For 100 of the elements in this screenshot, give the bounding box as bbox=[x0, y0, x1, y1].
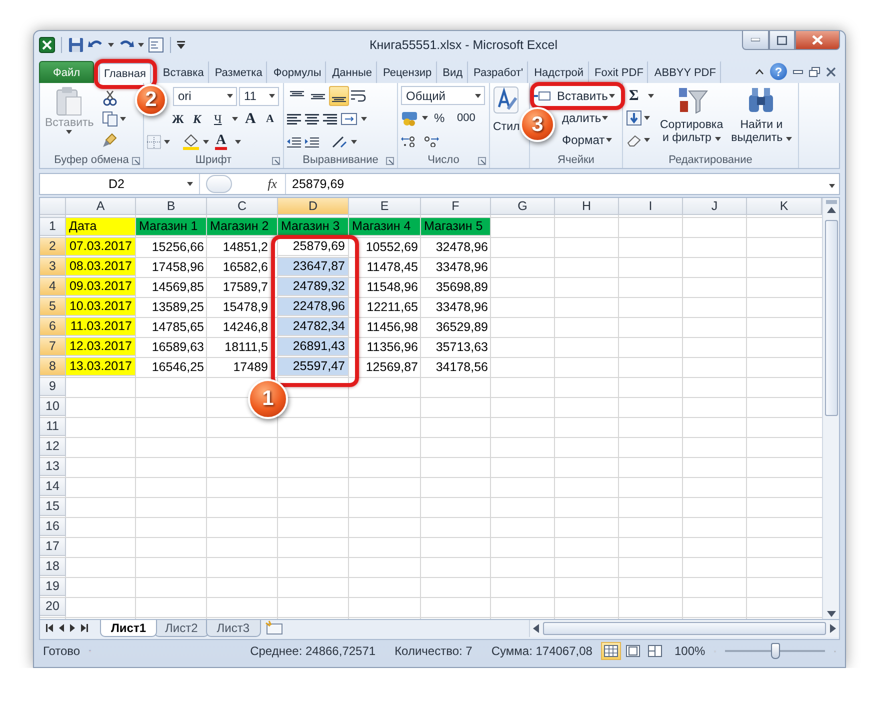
column-header[interactable]: F bbox=[421, 198, 491, 215]
row-header[interactable]: 16 bbox=[40, 518, 66, 536]
scissors-icon[interactable] bbox=[102, 90, 118, 106]
grid-icon[interactable] bbox=[604, 645, 618, 657]
customize-icon[interactable] bbox=[177, 41, 185, 49]
shrink-font-button[interactable]: A bbox=[263, 109, 283, 129]
close-icon[interactable] bbox=[826, 66, 836, 76]
column-header[interactable]: C bbox=[207, 198, 278, 215]
text-orientation-icon[interactable] bbox=[331, 135, 347, 149]
brush-icon[interactable] bbox=[102, 132, 118, 148]
insert-cells-button[interactable]: Вставить bbox=[554, 86, 618, 106]
caret-icon[interactable] bbox=[602, 116, 608, 120]
row-header[interactable]: 2 bbox=[40, 238, 66, 256]
underline-button[interactable]: Ч bbox=[211, 109, 231, 129]
sort-filter-button[interactable]: Сортировка и фильтр bbox=[658, 86, 726, 152]
slider-thumb[interactable] bbox=[771, 643, 780, 659]
copy-icon[interactable] bbox=[102, 111, 118, 127]
dialog-launcher-icon[interactable] bbox=[272, 157, 280, 165]
name-box[interactable]: D2 bbox=[40, 174, 200, 194]
merge-cells-icon[interactable] bbox=[341, 113, 357, 125]
column-header[interactable]: A bbox=[66, 198, 136, 215]
row-header[interactable]: 12 bbox=[40, 438, 66, 456]
binoculars-icon[interactable] bbox=[747, 86, 776, 114]
maximize-button[interactable] bbox=[769, 31, 795, 50]
caret-icon[interactable] bbox=[227, 94, 233, 98]
column-header[interactable]: B bbox=[136, 198, 207, 215]
eraser-icon[interactable] bbox=[626, 133, 642, 147]
row-header[interactable]: 6 bbox=[40, 318, 66, 336]
row-header[interactable]: 5 bbox=[40, 298, 66, 316]
vertical-scrollbar[interactable] bbox=[822, 198, 839, 619]
number-format-field[interactable]: Общий bbox=[401, 86, 485, 105]
thousands-button[interactable]: 000 bbox=[454, 108, 478, 128]
column-header[interactable]: G bbox=[491, 198, 555, 215]
horizontal-scrollbar[interactable] bbox=[529, 620, 839, 637]
styles-icon[interactable] bbox=[493, 86, 519, 114]
insert-cells-icon[interactable] bbox=[533, 89, 551, 103]
caret-icon[interactable] bbox=[108, 43, 114, 47]
previous-sheet-icon[interactable] bbox=[59, 624, 64, 632]
caret-icon[interactable] bbox=[232, 117, 238, 121]
sheet-tab[interactable]: Лист3 bbox=[206, 620, 261, 637]
italic-button[interactable]: К bbox=[190, 109, 210, 129]
font-color-button[interactable]: A bbox=[212, 132, 232, 152]
caret-icon[interactable] bbox=[138, 43, 144, 47]
scroll-up-icon[interactable] bbox=[826, 207, 836, 213]
row-header[interactable]: 20 bbox=[40, 598, 66, 616]
autosum-button[interactable]: Σ bbox=[626, 86, 646, 106]
caret-icon[interactable] bbox=[606, 138, 612, 142]
sheet-tab[interactable]: Лист2 bbox=[154, 620, 209, 637]
row-header[interactable]: 15 bbox=[40, 498, 66, 516]
caret-icon[interactable] bbox=[608, 94, 615, 98]
column-header[interactable]: K bbox=[747, 198, 822, 215]
minimize-icon[interactable] bbox=[793, 70, 803, 74]
dialog-launcher-icon[interactable] bbox=[132, 157, 140, 165]
ribbon-tab[interactable]: Главная bbox=[99, 63, 151, 83]
align-left-icon[interactable] bbox=[287, 113, 301, 125]
collapse-ribbon-icon[interactable] bbox=[755, 68, 764, 74]
font-size-field[interactable]: 11 bbox=[239, 86, 279, 106]
scroll-right-icon[interactable] bbox=[830, 624, 836, 633]
insert-function-button[interactable]: fx bbox=[268, 176, 277, 192]
bold-button[interactable]: Ж bbox=[169, 109, 189, 129]
dialog-launcher-icon[interactable] bbox=[478, 157, 486, 165]
caret-icon[interactable] bbox=[648, 94, 654, 98]
column-header[interactable]: H bbox=[555, 198, 619, 215]
caret-icon[interactable] bbox=[644, 138, 650, 142]
caret-icon[interactable] bbox=[714, 137, 721, 141]
row-header[interactable]: 17 bbox=[40, 538, 66, 556]
save-icon[interactable] bbox=[68, 37, 84, 53]
caret-icon[interactable] bbox=[203, 140, 209, 144]
caret-icon[interactable] bbox=[269, 94, 275, 98]
percent-button[interactable]: % bbox=[431, 108, 451, 128]
maximize-icon[interactable] bbox=[777, 36, 787, 44]
column-header[interactable]: D bbox=[278, 198, 349, 215]
file-tab[interactable]: Файл bbox=[39, 61, 94, 83]
row-header[interactable]: 9 bbox=[40, 378, 66, 396]
delete-cells-button[interactable]: далить bbox=[559, 108, 612, 128]
caret-icon[interactable] bbox=[422, 116, 428, 120]
scroll-thumb[interactable] bbox=[543, 622, 826, 635]
decrease-decimal-icon[interactable] bbox=[423, 135, 439, 147]
clipboard-icon[interactable] bbox=[55, 86, 84, 116]
vertical-align-button[interactable] bbox=[329, 86, 349, 106]
row-header[interactable]: 14 bbox=[40, 478, 66, 496]
column-header[interactable]: E bbox=[349, 198, 421, 215]
styles-button[interactable]: Стил bbox=[493, 86, 520, 168]
row-header[interactable]: 18 bbox=[40, 558, 66, 576]
scroll-down-icon[interactable] bbox=[826, 611, 836, 617]
formula-field[interactable]: 25879,69 bbox=[286, 177, 344, 191]
caret-icon[interactable] bbox=[361, 117, 367, 121]
row-header[interactable]: 8 bbox=[40, 358, 66, 376]
page-icon[interactable] bbox=[626, 645, 640, 657]
row-header[interactable]: 4 bbox=[40, 278, 66, 296]
grow-font-button[interactable]: A bbox=[242, 109, 262, 129]
caret-icon[interactable] bbox=[644, 116, 650, 120]
scroll-left-icon[interactable] bbox=[533, 624, 539, 633]
decrease-indent-icon[interactable] bbox=[287, 136, 301, 148]
row-header[interactable]: 11 bbox=[40, 418, 66, 436]
caret-icon[interactable] bbox=[235, 140, 241, 144]
row-header[interactable]: 10 bbox=[40, 398, 66, 416]
font-name-field[interactable]: ori bbox=[173, 86, 237, 106]
align-center-icon[interactable] bbox=[305, 113, 319, 125]
first-sheet-icon[interactable] bbox=[46, 624, 53, 632]
